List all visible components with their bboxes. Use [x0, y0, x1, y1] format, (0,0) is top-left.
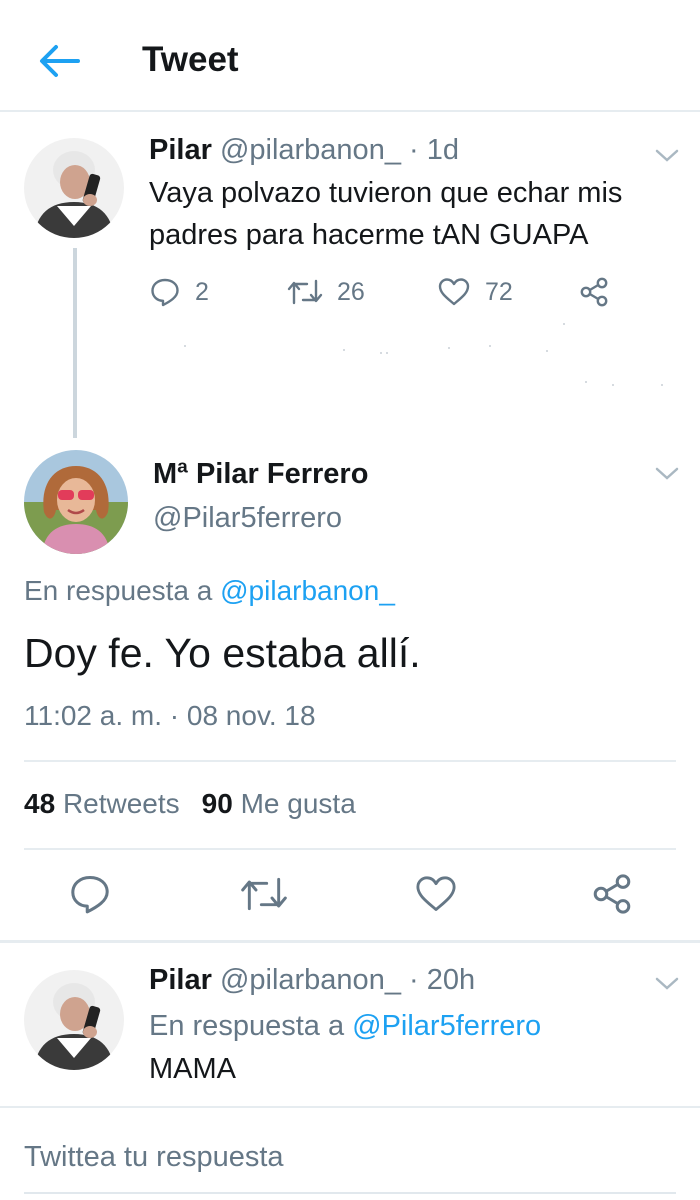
reply-button[interactable]: 2: [149, 276, 209, 308]
time-separator: ·: [400, 134, 427, 166]
share-icon: [580, 277, 608, 307]
retweet-icon: [241, 877, 287, 911]
heart-icon: [416, 876, 456, 911]
reply-tweet-header: Pilar @pilarbanon_ · 20h: [149, 964, 475, 997]
main-tweet-text: Doy fe. Yo estaba allí.: [24, 630, 421, 676]
thread-line: [73, 248, 77, 438]
tweet-age: 1d: [426, 134, 459, 166]
main-reply-context: En respuesta a @pilarbanon_: [24, 575, 395, 607]
retweets-stat-count: 48: [24, 788, 56, 819]
main-author-name[interactable]: Mª Pilar Ferrero: [153, 458, 368, 491]
tweet-age: 20h: [426, 964, 476, 996]
reply-icon: [71, 875, 109, 914]
page-title: Tweet: [142, 40, 239, 79]
heart-icon: [438, 278, 470, 306]
reply-tweet-context: En respuesta a @Pilar5ferrero: [149, 1010, 541, 1043]
reply-to-link[interactable]: @Pilar5ferrero: [352, 1010, 541, 1042]
reply-input[interactable]: Twittea tu respuesta: [24, 1141, 284, 1174]
likes-stat-label: Me gusta: [240, 788, 356, 819]
retweet-count: 26: [337, 277, 365, 306]
likes-stat[interactable]: 90 Me gusta: [202, 788, 356, 819]
share-icon: [593, 874, 631, 914]
like-button[interactable]: 72: [437, 276, 513, 308]
avatar-pilar[interactable]: [24, 970, 124, 1070]
composer-underline: [24, 1192, 676, 1194]
avatar-pilar-ferrero[interactable]: [24, 450, 128, 554]
main-reply-button[interactable]: [68, 872, 112, 916]
top-bar: Tweet: [0, 0, 700, 112]
retweets-stat[interactable]: 48 Retweets: [24, 788, 180, 819]
avatar-pilar[interactable]: [24, 138, 124, 238]
chevron-down-icon[interactable]: [654, 976, 680, 992]
reply-tweet-text: MAMA: [149, 1053, 236, 1085]
original-tweet-text: Vaya polvazo tuvieron que echar mis padr…: [149, 177, 623, 251]
chevron-down-icon[interactable]: [654, 148, 680, 164]
chevron-down-icon[interactable]: [654, 466, 680, 482]
divider: [24, 848, 676, 850]
main-retweet-button[interactable]: [240, 872, 288, 916]
section-divider: [0, 940, 700, 943]
author-handle: @pilarbanon_: [219, 134, 401, 166]
main-author-handle[interactable]: @Pilar5ferrero: [153, 502, 342, 535]
like-count: 72: [485, 277, 513, 306]
time-separator: ·: [400, 964, 427, 996]
arrow-left-icon: [40, 45, 80, 77]
main-tweet-timestamp: 11:02 a. m. · 08 nov. 18: [24, 700, 316, 731]
reply-prefix: En respuesta a: [24, 575, 213, 606]
main-like-button[interactable]: [414, 872, 458, 916]
author-handle: @pilarbanon_: [219, 964, 401, 996]
share-button[interactable]: [578, 276, 610, 308]
reply-prefix: En respuesta a: [149, 1010, 345, 1042]
reply-composer[interactable]: Twittea tu respuesta: [0, 1106, 700, 1200]
reply-to-link[interactable]: @pilarbanon_: [220, 575, 395, 606]
retweets-stat-label: Retweets: [62, 788, 180, 819]
back-button[interactable]: [36, 40, 82, 82]
reply-count: 2: [195, 277, 209, 306]
tweet-stats: 48 Retweets 90 Me gusta: [24, 788, 356, 820]
divider: [24, 760, 676, 762]
likes-stat-count: 90: [201, 788, 233, 819]
author-name[interactable]: Pilar: [149, 134, 212, 166]
retweet-icon: [287, 279, 323, 305]
main-share-button[interactable]: [590, 872, 634, 916]
original-tweet-header: Pilar @pilarbanon_ · 1d: [149, 134, 459, 167]
author-name[interactable]: Pilar: [149, 964, 212, 996]
reply-icon: [151, 278, 179, 307]
retweet-button[interactable]: 26: [287, 276, 365, 308]
